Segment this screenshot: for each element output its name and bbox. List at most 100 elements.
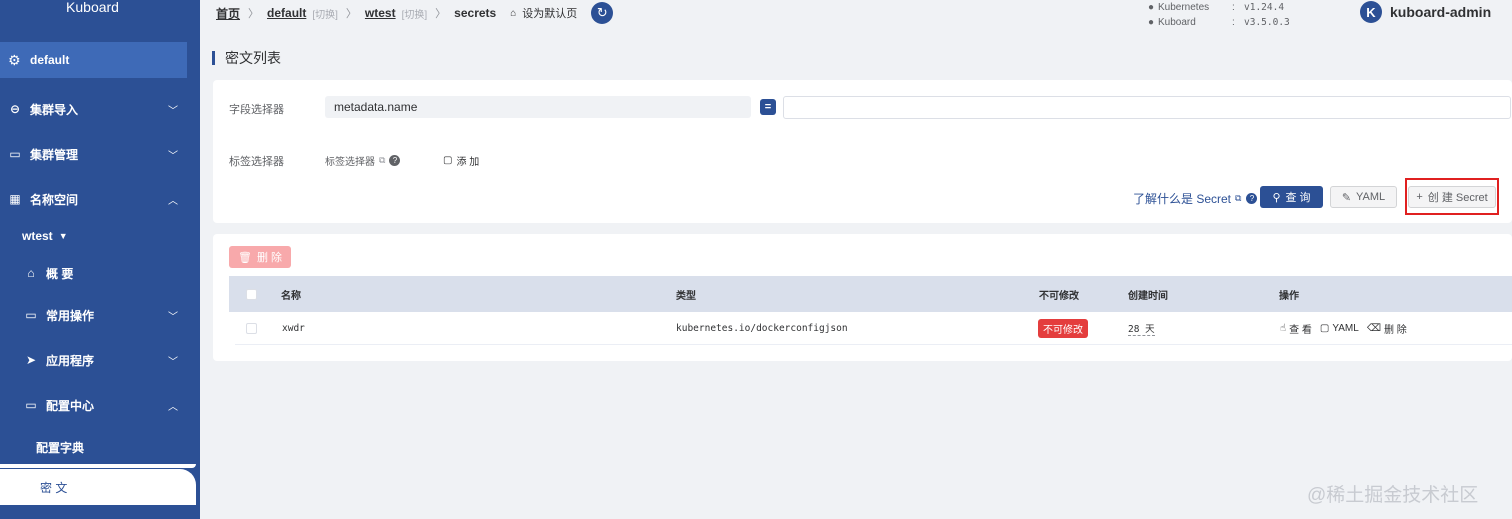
cluster-selector[interactable]: ⚙ default [0,42,187,78]
row-checkbox[interactable] [246,322,257,334]
link-icon: ⊖ [9,102,21,116]
chevron-up-icon: ︿ [168,401,178,413]
sidebar-item-label: 名称空间 [30,192,79,207]
external-link-icon: ⧉ [1235,193,1242,203]
brand-title: Kuboard [66,0,119,15]
home-icon: ⌂ [27,266,35,280]
table-row: xwdr kubernetes.io/dockerconfigjson 不可修改… [235,312,1512,345]
sidebar-item-label: 集群管理 [30,147,79,162]
sidebar-item-label: 应用程序 [46,353,95,368]
column-header: 操作 [1279,290,1299,302]
version-name: Kuboard [1158,17,1196,28]
delete-button[interactable]: 🗑 删 除 [229,246,291,268]
chevron-right-icon: 〉 [435,8,447,20]
column-header[interactable]: 类型 [676,287,696,302]
external-link-icon: ⧉ [379,155,386,165]
query-button-label: 查 询 [1285,192,1311,204]
document-icon: ▢ [1319,322,1330,334]
row-actions: ☝ 查 看 ▢ YAML ⌫ 删 除 [1280,321,1415,336]
gear-icon: ⚙ [8,51,21,68]
watermark: @稀土掘金技术社区 [1307,485,1479,506]
yaml-button-label: YAML [1356,191,1386,203]
field-value-input[interactable] [783,96,1511,119]
user-menu[interactable]: K kuboard-admin [1360,0,1491,24]
delete-label: 删 除 [1383,324,1407,336]
cluster-label: default [30,53,70,67]
immutable-badge: 不可修改 [1038,318,1088,338]
column-header[interactable]: 创建时间 [1128,287,1168,302]
breadcrumb-resource: secrets [454,6,497,20]
sidebar-item-config-center[interactable]: ▭ 配置中心 ︿ [0,387,192,423]
send-icon: ➤ [25,353,37,367]
sidebar-item-label: 概 要 [46,266,74,281]
field-selector-label: 字段选择器 [229,104,284,116]
delete-button-label: 删 除 [256,252,283,264]
operator-button[interactable]: = [760,99,776,115]
select-all-checkbox[interactable] [246,288,257,300]
sidebar-item-label: 配置字典 [36,440,85,455]
refresh-icon[interactable]: ↻ [591,2,614,24]
learn-secret-link[interactable]: 了解什么是 Secret ⧉ ? [1133,190,1258,207]
label-selector-link[interactable]: 标签选择器 ⧉ ? [325,153,401,168]
query-button[interactable]: ⚲ 查 询 [1260,186,1323,208]
sidebar-item-cluster-manage[interactable]: ▭ 集群管理 ﹀ [0,136,192,172]
trash-icon: 🗑 [237,251,252,264]
hand-icon: ☝ [1280,322,1287,334]
chevron-down-icon: ﹀ [168,150,178,162]
sidebar-item-configmap[interactable]: 配置字典 [0,429,192,465]
sidebar-item-applications[interactable]: ➤ 应用程序 ﹀ [0,342,192,378]
row-yaml-button[interactable]: ▢ YAML [1320,321,1359,336]
edit-icon: ✎ [1341,191,1352,204]
column-header[interactable]: 名称 [281,287,301,302]
namespace-label: wtest [22,229,53,243]
trash-icon: ⌫ [1366,322,1381,334]
learn-secret-text: 了解什么是 Secret [1133,192,1232,206]
field-selector-select[interactable]: metadata.name [325,96,751,118]
namespace-switch-link[interactable]: [切换] [402,6,428,21]
add-label-button[interactable]: ▢ 添 加 [443,153,479,168]
chevron-right-icon: 〉 [345,8,357,20]
namespace-select[interactable]: wtest ▼ [22,226,68,246]
highlight-box [1405,178,1499,215]
sidebar-item-overview[interactable]: ⌂ 概 要 [0,255,192,291]
sidebar-divider [0,464,196,468]
version-name: Kubernetes [1158,2,1210,13]
table-header: 名称 类型 不可修改 创建时间 操作 [229,276,1512,312]
folder-icon: ▭ [25,308,37,322]
avatar: K [1360,1,1382,23]
chevron-up-icon: ︿ [168,195,178,207]
page-title: 密文列表 [212,48,281,68]
page-title-text: 密文列表 [225,50,281,66]
set-default-page-link[interactable]: ⌂ 设为默认页 [510,5,577,21]
sidebar-item-common-ops[interactable]: ▭ 常用操作 ﹀ [0,297,192,333]
breadcrumb-cluster[interactable]: default [267,6,306,20]
sidebar-item-namespace[interactable]: ▦ 名称空间 ︿ [0,181,192,217]
chevron-down-icon: ﹀ [168,105,178,117]
label-selector-label: 标签选择器 [229,156,284,168]
add-label-text: 添 加 [456,157,480,168]
sidebar-item-cluster-import[interactable]: ⊖ 集群导入 ﹀ [0,91,192,127]
sidebar-item-secrets[interactable]: 密 文 [0,469,196,505]
breadcrumb-home[interactable]: 首页 [216,5,240,22]
folder-icon: ▭ [9,147,21,161]
yaml-button[interactable]: ✎ YAML [1330,186,1397,208]
box-icon: ▭ [25,398,37,412]
secret-name[interactable]: xwdr [282,323,305,334]
created-age: 28 天 [1128,321,1155,336]
view-button[interactable]: ☝ 查 看 [1280,321,1312,336]
sidebar: Kuboard ⚙ default ⊖ 集群导入 ﹀ ▭ 集群管理 ﹀ ▦ 名称… [0,0,200,519]
column-header[interactable]: 不可修改 [1039,287,1079,302]
cluster-switch-link[interactable]: [切换] [312,6,338,21]
chevron-down-icon: ﹀ [168,311,178,323]
version-value: v3.5.0.3 [1244,17,1290,28]
set-default-label: 设为默认页 [522,8,578,20]
sidebar-item-label: 常用操作 [46,308,95,323]
help-icon[interactable]: ? [1246,193,1258,204]
row-delete-button[interactable]: ⌫ 删 除 [1367,321,1407,336]
breadcrumb-namespace[interactable]: wtest [365,6,396,20]
help-icon[interactable]: ? [389,155,401,166]
sidebar-item-label: 配置中心 [46,398,95,413]
version-value: v1.24.4 [1244,2,1285,13]
breadcrumb: 首页 〉 default [切换] 〉 wtest [切换] 〉 secrets… [200,0,1512,26]
sidebar-item-label: 密 文 [40,480,68,495]
